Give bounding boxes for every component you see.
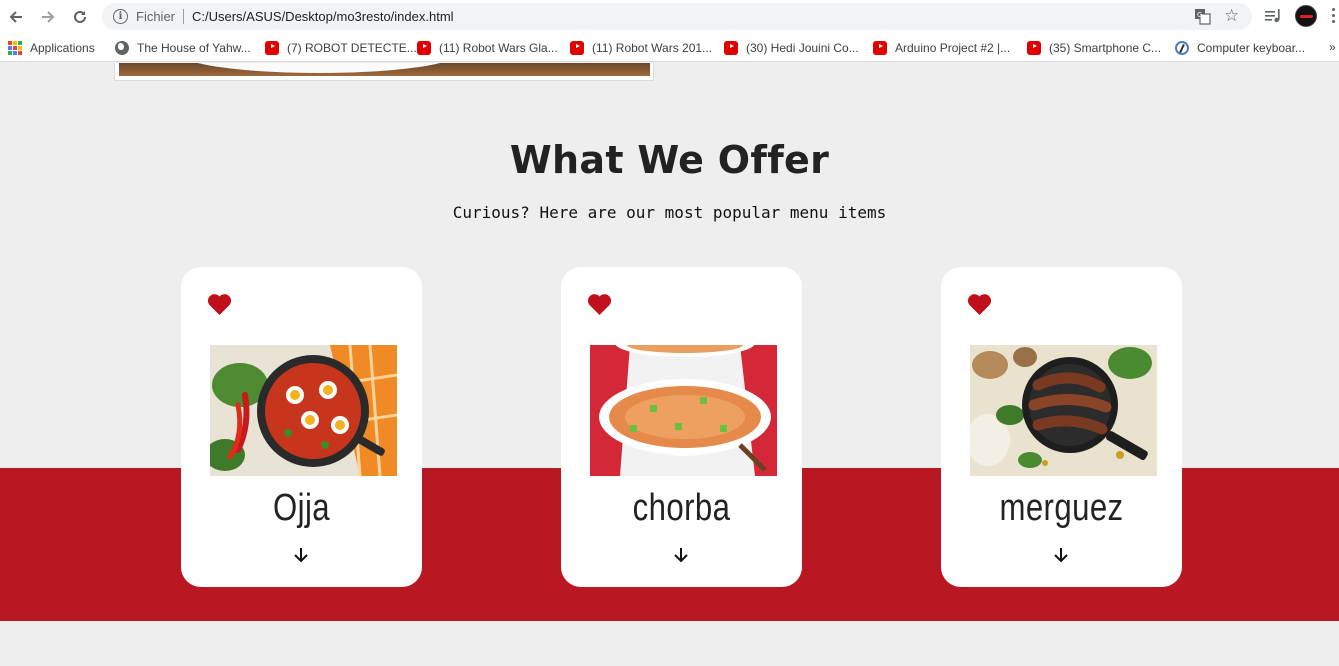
dish-name: Ojja: [272, 487, 331, 529]
site-info-icon[interactable]: i: [113, 9, 128, 24]
bookmark-robot-wars-201[interactable]: (11) Robot Wars 201...: [570, 40, 712, 56]
youtube-icon: [873, 41, 887, 55]
bookmark-applications[interactable]: Applications: [8, 40, 95, 56]
forward-arrow-icon: [42, 11, 55, 23]
back-button[interactable]: [5, 6, 27, 28]
bookmark-label: Arduino Project #2 |...: [895, 41, 1011, 55]
dish-photo: [210, 345, 397, 476]
url-text[interactable]: C:/Users/ASUS/Desktop/mo3resto/index.htm…: [192, 9, 454, 24]
hero-image-frame: [114, 63, 654, 81]
bookmark-label: (11) Robot Wars 201...: [592, 41, 713, 55]
hero-image: [119, 63, 650, 76]
bookmark-label: The House of Yahw...: [137, 41, 251, 55]
bookmark-label: (7) ROBOT DETECTE...: [287, 41, 417, 55]
bookmark-label: Computer keyboar...: [1197, 41, 1306, 55]
arrow-down-icon[interactable]: [293, 546, 309, 564]
heart-icon[interactable]: [207, 293, 232, 316]
section-title: What We Offer: [509, 138, 830, 182]
reload-button[interactable]: [69, 6, 91, 28]
bookmark-label: (30) Hedi Jouini Co...: [746, 41, 859, 55]
bookmark-house-of-yahweh[interactable]: The House of Yahw...: [115, 40, 251, 56]
reload-icon: [74, 10, 86, 23]
arrow-down-icon[interactable]: [1053, 546, 1069, 564]
menu-card-merguez[interactable]: merguez: [941, 267, 1182, 587]
dish-photo: [970, 345, 1157, 476]
youtube-icon: [417, 41, 431, 55]
back-arrow-icon: [9, 11, 22, 23]
bookmark-arduino-project[interactable]: Arduino Project #2 |...: [873, 40, 1010, 56]
keyboard-site-icon: [1175, 41, 1189, 55]
bookmark-smartphone[interactable]: (35) Smartphone C...: [1027, 40, 1161, 56]
bookmark-star-icon[interactable]: ☆: [1224, 6, 1239, 26]
bookmark-robot-detecte[interactable]: (7) ROBOT DETECTE...: [265, 40, 417, 56]
media-controls-icon[interactable]: [1264, 8, 1282, 24]
bookmark-computer-keyboard[interactable]: Computer keyboar...: [1175, 40, 1305, 56]
section-subtitle: Curious? Here are our most popular menu …: [452, 203, 887, 222]
dish-name: chorba: [632, 487, 731, 529]
youtube-icon: [570, 41, 584, 55]
svg-text:G: G: [1197, 11, 1202, 19]
globe-icon: [115, 41, 129, 55]
youtube-icon: [724, 41, 738, 55]
address-bar[interactable]: i Fichier C:/Users/ASUS/Desktop/mo3resto…: [102, 3, 1252, 30]
profile-avatar[interactable]: [1295, 5, 1317, 27]
youtube-icon: [265, 41, 279, 55]
bookmark-label: Applications: [30, 41, 95, 55]
more-bookmarks-chevron[interactable]: »: [1329, 40, 1336, 54]
forward-button[interactable]: [37, 6, 59, 28]
heart-icon[interactable]: [967, 293, 992, 316]
youtube-icon: [1027, 41, 1041, 55]
apps-grid-icon: [8, 41, 22, 55]
dish-name: merguez: [999, 487, 1124, 529]
bookmark-label: (11) Robot Wars Gla...: [439, 41, 558, 55]
dish-photo: [590, 345, 777, 476]
arrow-down-icon[interactable]: [673, 546, 689, 564]
bookmark-hedi-jouini[interactable]: (30) Hedi Jouini Co...: [724, 40, 859, 56]
heart-icon[interactable]: [587, 293, 612, 316]
page-content: What We Offer Curious? Here are our most…: [0, 63, 1339, 666]
bookmarks-bar: Applications The House of Yahw... (7) RO…: [0, 34, 1339, 62]
scheme-label: Fichier: [136, 9, 176, 24]
menu-card-ojja[interactable]: Ojja: [181, 267, 422, 587]
browser-menu-icon[interactable]: [1332, 8, 1336, 24]
bookmark-robot-wars-gla[interactable]: (11) Robot Wars Gla...: [417, 40, 558, 56]
menu-card-chorba[interactable]: chorba: [561, 267, 802, 587]
translate-icon[interactable]: G: [1194, 8, 1211, 25]
bookmark-label: (35) Smartphone C...: [1049, 41, 1162, 55]
url-divider: [183, 9, 184, 24]
browser-toolbar: i Fichier C:/Users/ASUS/Desktop/mo3resto…: [0, 0, 1339, 34]
